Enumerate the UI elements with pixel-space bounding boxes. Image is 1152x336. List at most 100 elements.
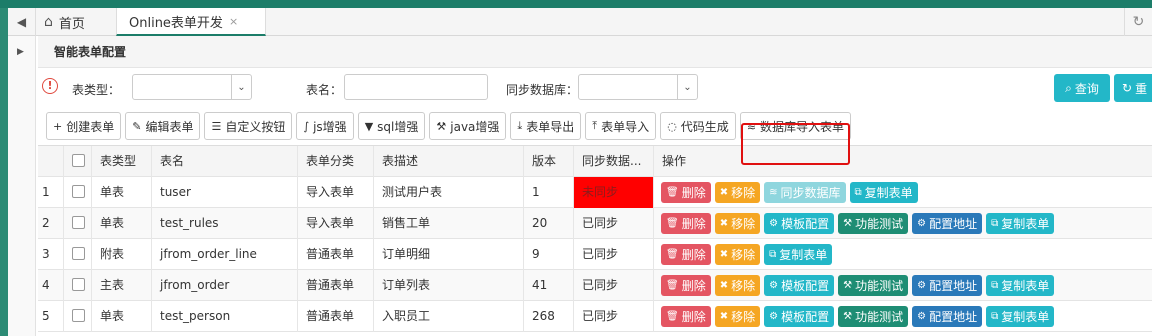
row-number: 2 xyxy=(38,208,64,239)
remove-button[interactable]: ✖ 移除 xyxy=(714,182,761,203)
template-config-button[interactable]: ⚙ 模板配置 xyxy=(764,275,835,296)
form-export-button[interactable]: ⤓ 表单导出 xyxy=(510,112,582,140)
form-table: 表类型 表名 表单分类 表描述 版本 同步数据... 操作 1 单表 tuser… xyxy=(38,145,1152,332)
toolbar-label: 表单导出 xyxy=(526,119,575,134)
copy-icon: ⧉ xyxy=(991,311,999,322)
row-checkbox[interactable] xyxy=(72,247,85,260)
refresh-icon[interactable]: ↻ xyxy=(1124,8,1152,36)
row-name: tuser xyxy=(152,177,298,208)
remove-button[interactable]: ✖ 移除 xyxy=(714,213,761,234)
spinner-icon: ◌ xyxy=(667,119,677,133)
reset-button[interactable]: ↻ 重 xyxy=(1114,74,1152,102)
edit-icon: ✎ xyxy=(132,119,142,133)
copy-icon: ⧉ xyxy=(769,249,777,260)
gear-icon: ⚙ xyxy=(769,218,779,229)
table-row[interactable]: 5 单表 test_person 普通表单 入职员工 268 已同步 🗑 删除 ✖… xyxy=(38,301,1152,332)
function-test-button[interactable]: ⚒ 功能测试 xyxy=(838,306,909,327)
row-version: 1 xyxy=(524,177,574,208)
remove-button[interactable]: ✖ 移除 xyxy=(714,244,761,265)
close-icon: ✖ xyxy=(719,187,729,198)
sync-db-select[interactable]: ⌄ xyxy=(578,74,698,100)
close-icon: ✖ xyxy=(719,311,729,322)
toolbar-label: js增强 xyxy=(313,119,347,134)
toolbar-label: 编辑表单 xyxy=(145,119,194,134)
gavel-icon: ⚒ xyxy=(843,311,853,322)
row-sync-status: 已同步 xyxy=(574,301,654,332)
reset-icon: ↻ xyxy=(1122,81,1133,95)
db-import-form-button[interactable]: ≋ 数据库导入表单 xyxy=(739,112,852,140)
collapse-sidebar[interactable]: ▶ xyxy=(8,36,36,336)
row-checkbox[interactable] xyxy=(72,309,85,322)
java-enhance-button[interactable]: ⚒ java增强 xyxy=(429,112,507,140)
row-desc: 订单列表 xyxy=(374,270,524,301)
row-number: 1 xyxy=(38,177,64,208)
row-category: 导入表单 xyxy=(298,177,374,208)
row-checkbox[interactable] xyxy=(72,278,85,291)
code-generate-button[interactable]: ◌ 代码生成 xyxy=(660,112,736,140)
row-version: 9 xyxy=(524,239,574,270)
config-url-button[interactable]: ⚙ 配置地址 xyxy=(912,213,983,234)
config-url-button[interactable]: ⚙ 配置地址 xyxy=(912,275,983,296)
remove-button[interactable]: ✖ 移除 xyxy=(714,306,761,327)
trash-icon: 🗑 xyxy=(666,218,679,229)
copy-form-button[interactable]: ⧉ 复制表单 xyxy=(986,306,1055,327)
row-sync-status: 已同步 xyxy=(574,270,654,301)
config-url-button[interactable]: ⚙ 配置地址 xyxy=(912,306,983,327)
js-enhance-button[interactable]: ∫ js增强 xyxy=(296,112,354,140)
header-sync[interactable]: 同步数据... xyxy=(574,146,654,177)
row-checkbox[interactable] xyxy=(72,216,85,229)
form-import-button[interactable]: ⤒ 表单导入 xyxy=(585,112,657,140)
row-version: 20 xyxy=(524,208,574,239)
delete-button[interactable]: 🗑 删除 xyxy=(661,213,711,234)
row-desc: 入职员工 xyxy=(374,301,524,332)
delete-button[interactable]: 🗑 删除 xyxy=(661,275,711,296)
table-name-input[interactable] xyxy=(344,74,488,100)
sql-enhance-button[interactable]: ▼ sql增强 xyxy=(357,112,426,140)
tab-home-label: 首页 xyxy=(58,16,85,32)
copy-form-button[interactable]: ⧉ 复制表单 xyxy=(986,275,1055,296)
plus-icon: + xyxy=(53,119,63,133)
delete-button[interactable]: 🗑 删除 xyxy=(661,244,711,265)
row-type: 单表 xyxy=(92,301,152,332)
header-category[interactable]: 表单分类 xyxy=(298,146,374,177)
header-version[interactable]: 版本 xyxy=(524,146,574,177)
row-checkbox[interactable] xyxy=(72,185,85,198)
delete-button[interactable]: 🗑 删除 xyxy=(661,306,711,327)
header-name[interactable]: 表名 xyxy=(152,146,298,177)
copy-label: 复制表单 xyxy=(1001,279,1050,293)
tab-online-form-dev[interactable]: Online表单开发 × xyxy=(116,8,266,36)
trash-icon: 🗑 xyxy=(666,311,679,322)
function-test-button[interactable]: ⚒ 功能测试 xyxy=(838,275,909,296)
expand-arrow-icon[interactable]: ▶ xyxy=(17,47,24,57)
delete-button[interactable]: 🗑 删除 xyxy=(661,182,711,203)
table-row[interactable]: 1 单表 tuser 导入表单 测试用户表 1 未同步 🗑 删除 ✖ 移除 ≋ 同步数… xyxy=(38,177,1152,208)
row-sync-status: 已同步 xyxy=(574,239,654,270)
warning-icon: ! xyxy=(42,78,58,94)
custom-button-button[interactable]: ☰ 自定义按钮 xyxy=(204,112,293,140)
sync-db-button[interactable]: ≋ 同步数据库 xyxy=(764,182,846,203)
table-row[interactable]: 3 附表 jfrom_order_line 普通表单 订单明细 9 已同步 🗑 删… xyxy=(38,239,1152,270)
edit-form-button[interactable]: ✎ 编辑表单 xyxy=(125,112,201,140)
tab-scroll-left-icon[interactable]: ◀ xyxy=(8,8,36,36)
tab-home[interactable]: ⌂ 首页 xyxy=(44,8,116,36)
table-type-select[interactable]: ⌄ xyxy=(132,74,252,100)
row-type: 单表 xyxy=(92,208,152,239)
select-all-checkbox[interactable] xyxy=(72,154,85,167)
tab-close-icon[interactable]: × xyxy=(229,15,238,28)
function-test-button[interactable]: ⚒ 功能测试 xyxy=(838,213,909,234)
template-config-button[interactable]: ⚙ 模板配置 xyxy=(764,306,835,327)
form-config-panel: 智能表单配置 ! 表类型： ⌄ 表名： 同步数据库： ⌄ ⌕ 查询 ↻ 重 + 创… xyxy=(38,36,1152,336)
copy-form-button[interactable]: ⧉ 复制表单 xyxy=(764,244,833,265)
table-name-label: 表名： xyxy=(306,83,343,97)
remove-button[interactable]: ✖ 移除 xyxy=(714,275,761,296)
row-type: 单表 xyxy=(92,177,152,208)
create-form-button[interactable]: + 创建表单 xyxy=(46,112,122,140)
header-type[interactable]: 表类型 xyxy=(92,146,152,177)
query-button[interactable]: ⌕ 查询 xyxy=(1054,74,1110,102)
table-row[interactable]: 4 主表 jfrom_order 普通表单 订单列表 41 已同步 🗑 删除 ✖ 移… xyxy=(38,270,1152,301)
header-desc[interactable]: 表描述 xyxy=(374,146,524,177)
copy-form-button[interactable]: ⧉ 复制表单 xyxy=(849,182,918,203)
table-row[interactable]: 2 单表 test_rules 导入表单 销售工单 20 已同步 🗑 删除 ✖ 移除… xyxy=(38,208,1152,239)
template-config-button[interactable]: ⚙ 模板配置 xyxy=(764,213,835,234)
copy-form-button[interactable]: ⧉ 复制表单 xyxy=(986,213,1055,234)
